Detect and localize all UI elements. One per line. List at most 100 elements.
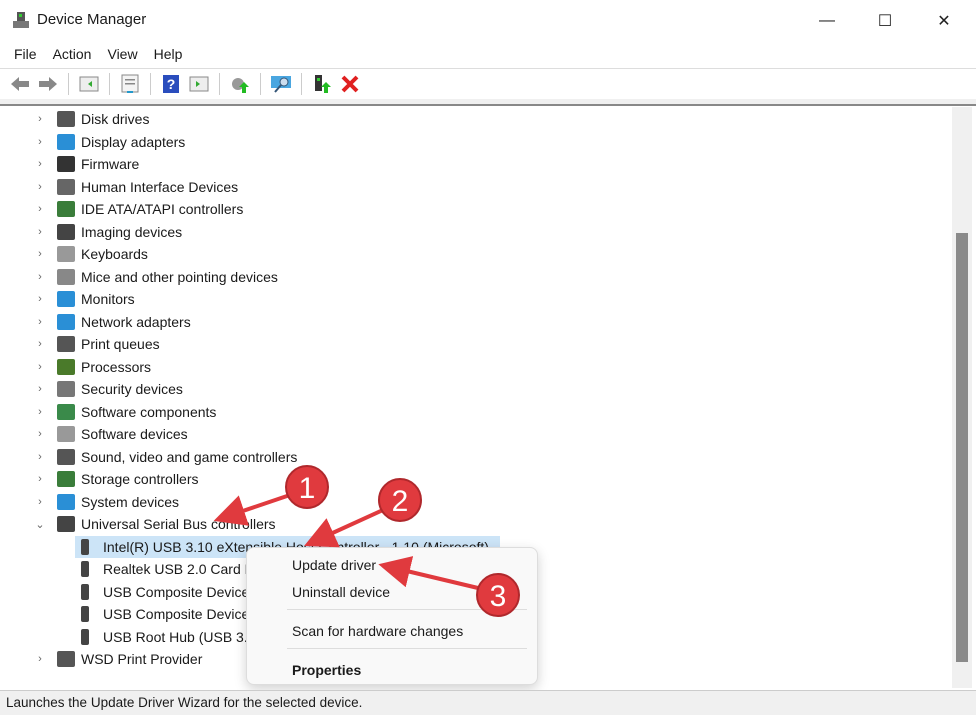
menu-help[interactable]: Help xyxy=(146,42,191,68)
category-item[interactable]: › Keyboards xyxy=(33,243,148,265)
category-item[interactable]: › System devices xyxy=(33,491,179,513)
item-label: USB Composite Device xyxy=(103,583,250,600)
minimize-button[interactable]: — xyxy=(804,6,850,36)
context-menu: Update driver Uninstall device Scan for … xyxy=(246,547,538,685)
close-button[interactable]: ✕ xyxy=(921,6,967,36)
device-icon xyxy=(81,561,89,577)
category-item[interactable]: › Imaging devices xyxy=(33,221,182,243)
scrollbar-thumb[interactable] xyxy=(956,233,968,662)
category-item[interactable]: › Sound, video and game controllers xyxy=(33,446,297,468)
device-icon xyxy=(57,426,75,442)
chevron-right-icon[interactable]: › xyxy=(33,496,47,508)
toolbar-separator xyxy=(109,73,110,95)
chevron-right-icon[interactable]: › xyxy=(33,158,47,170)
category-item[interactable]: › Storage controllers xyxy=(33,468,199,490)
category-item[interactable]: › WSD Print Provider xyxy=(33,648,202,670)
toolbar-divider xyxy=(0,99,976,106)
category-item[interactable]: › Print queues xyxy=(33,333,160,355)
device-icon xyxy=(57,358,75,375)
action-pane-icon[interactable] xyxy=(187,72,211,96)
chevron-down-icon[interactable]: ⌄ xyxy=(33,518,47,531)
chevron-right-icon[interactable]: › xyxy=(33,293,47,305)
maximize-button[interactable]: ☐ xyxy=(862,6,908,36)
category-item[interactable]: › Software components xyxy=(33,401,216,423)
back-icon[interactable] xyxy=(8,72,32,96)
chevron-right-icon[interactable]: › xyxy=(33,203,47,215)
menu-update-driver[interactable]: Update driver xyxy=(292,557,376,573)
category-item[interactable]: › Monitors xyxy=(33,288,135,310)
item-label: System devices xyxy=(81,493,180,510)
menu-properties[interactable]: Properties xyxy=(292,662,361,678)
chevron-right-icon[interactable]: › xyxy=(33,226,47,238)
chevron-right-icon[interactable]: › xyxy=(33,316,47,328)
menu-scan-hardware[interactable]: Scan for hardware changes xyxy=(292,623,463,639)
device-icon xyxy=(57,403,75,420)
title-bar: Device Manager — ☐ ✕ xyxy=(0,0,976,42)
item-label: Firmware xyxy=(81,156,140,172)
category-item[interactable]: › Human Interface Devices xyxy=(33,176,238,198)
device-item[interactable]: USB Root Hub (USB 3.0) xyxy=(75,626,260,648)
category-item[interactable]: › Firmware xyxy=(33,153,139,175)
help-icon[interactable]: ? xyxy=(159,72,183,96)
item-label: Human Interface Devices xyxy=(81,178,239,195)
menu-file[interactable]: File xyxy=(6,42,45,68)
device-icon xyxy=(57,156,75,172)
menu-action[interactable]: Action xyxy=(45,42,100,68)
properties-icon[interactable] xyxy=(118,72,142,96)
category-item[interactable]: › Processors xyxy=(33,356,151,378)
item-label: Universal Serial Bus controllers xyxy=(81,516,276,532)
device-item[interactable]: USB Composite Device xyxy=(75,581,249,603)
uninstall-icon[interactable] xyxy=(338,72,362,96)
menu-view[interactable]: View xyxy=(99,42,145,68)
device-icon xyxy=(57,133,75,150)
forward-icon[interactable] xyxy=(36,72,60,96)
chevron-right-icon[interactable]: › xyxy=(33,248,47,260)
menu-uninstall-device[interactable]: Uninstall device xyxy=(292,584,390,600)
device-icon xyxy=(81,606,89,622)
device-icon xyxy=(57,178,75,195)
device-icon xyxy=(57,493,75,510)
show-hide-console-tree-icon[interactable] xyxy=(77,72,101,96)
scan-hardware-icon[interactable] xyxy=(269,72,293,96)
chevron-right-icon[interactable]: › xyxy=(33,361,47,373)
chevron-right-icon[interactable]: › xyxy=(33,113,47,125)
toolbar-separator xyxy=(301,73,302,95)
chevron-right-icon[interactable]: › xyxy=(33,653,47,665)
chevron-right-icon[interactable]: › xyxy=(33,271,47,283)
item-label: Network adapters xyxy=(81,313,191,330)
device-icon xyxy=(57,291,75,307)
chevron-right-icon[interactable]: › xyxy=(33,338,47,350)
device-icon xyxy=(57,268,75,285)
category-item[interactable]: › Security devices xyxy=(33,378,183,400)
device-item[interactable]: USB Composite Device xyxy=(75,603,249,625)
item-label: Monitors xyxy=(81,291,135,307)
category-item[interactable]: › Software devices xyxy=(33,423,188,445)
chevron-right-icon[interactable]: › xyxy=(33,451,47,463)
category-item[interactable]: › Display adapters xyxy=(33,131,185,153)
chevron-right-icon[interactable]: › xyxy=(33,428,47,440)
device-icon xyxy=(57,651,75,667)
chevron-right-icon[interactable]: › xyxy=(33,136,47,148)
update-driver-icon[interactable] xyxy=(228,72,252,96)
item-label: Print queues xyxy=(81,336,160,352)
chevron-right-icon[interactable]: › xyxy=(33,383,47,395)
toolbar-separator xyxy=(150,73,151,95)
category-item[interactable]: › Disk drives xyxy=(33,108,149,130)
category-item[interactable]: › IDE ATA/ATAPI controllers xyxy=(33,198,243,220)
window-title: Device Manager xyxy=(37,11,147,28)
device-icon xyxy=(57,448,75,465)
add-driver-icon[interactable] xyxy=(310,72,334,96)
category-item[interactable]: ⌄ Universal Serial Bus controllers xyxy=(33,513,276,535)
category-item[interactable]: › Network adapters xyxy=(33,311,191,333)
device-icon xyxy=(57,516,75,532)
category-item[interactable]: › Mice and other pointing devices xyxy=(33,266,278,288)
vertical-scrollbar[interactable] xyxy=(952,107,972,688)
device-icon xyxy=(57,336,75,352)
item-label: Security devices xyxy=(81,381,183,397)
item-label: Storage controllers xyxy=(81,471,199,487)
toolbar: ? xyxy=(0,68,976,99)
chevron-right-icon[interactable]: › xyxy=(33,406,47,418)
chevron-right-icon[interactable]: › xyxy=(33,181,47,193)
item-label: Imaging devices xyxy=(81,223,183,240)
chevron-right-icon[interactable]: › xyxy=(33,473,47,485)
